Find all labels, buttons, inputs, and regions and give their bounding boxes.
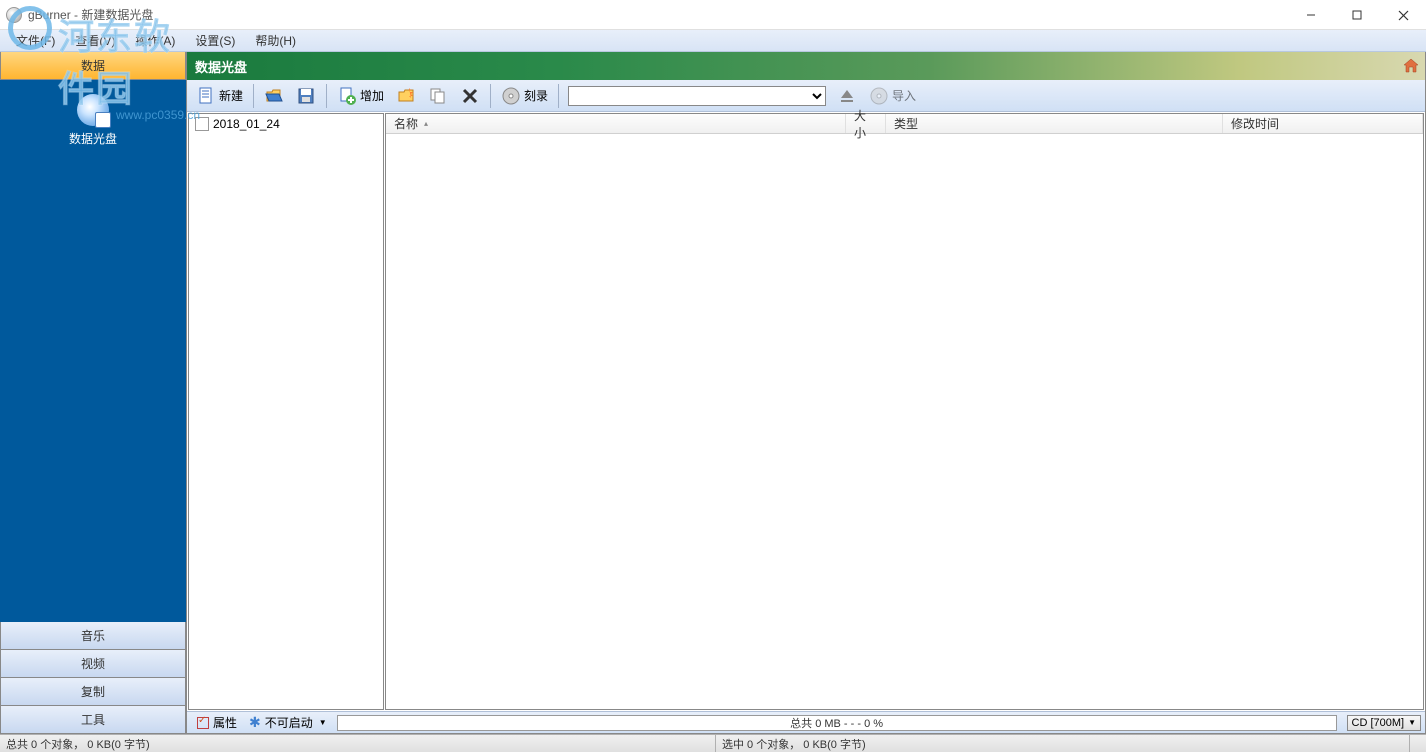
import-button[interactable]: 导入 [864,83,921,109]
tree-root-node[interactable]: 2018_01_24 [189,114,383,134]
sidebar: 数据 数据光盘 音乐 视频 复制 工具 [0,52,186,734]
delete-icon [460,86,480,106]
progress-text: 总共 0 MB - - - 0 % [790,715,883,731]
column-type[interactable]: 类型 [886,114,1223,133]
eject-button[interactable] [832,83,862,109]
column-name[interactable]: 名称 ▴ [386,114,846,133]
sidebar-item-data-disc[interactable]: 数据光盘 [65,90,121,151]
add-icon [337,86,357,106]
chevron-down-icon: ▼ [319,718,327,727]
tree-pane[interactable]: 2018_01_24 [188,113,384,710]
drive-dropdown[interactable] [568,86,826,106]
list-header: 名称 ▴ 大小 类型 修改时间 [386,114,1423,134]
column-modified[interactable]: 修改时间 [1223,114,1423,133]
new-button-label: 新建 [219,87,243,104]
media-type-label: CD [700M] [1352,717,1405,729]
list-pane[interactable]: 名称 ▴ 大小 类型 修改时间 [385,113,1424,710]
properties-button[interactable]: 属性 [191,714,243,732]
gear-icon: ✱ [249,714,261,731]
sidebar-tab-music[interactable]: 音乐 [0,622,186,650]
open-folder-icon [264,86,284,106]
progress-bar: 总共 0 MB - - - 0 % [337,715,1337,731]
section-title: 数据光盘 [195,57,247,76]
sidebar-tab-copy[interactable]: 复制 [0,678,186,706]
menu-view[interactable]: 查看(V) [65,30,125,51]
menu-help[interactable]: 帮助(H) [245,30,306,51]
check-icon [197,717,209,729]
disc-icon [77,94,109,126]
menu-settings[interactable]: 设置(S) [185,30,245,51]
status-total: 总共 0 个对象， 0 KB(0 字节) [0,735,716,752]
sidebar-tab-tools[interactable]: 工具 [0,706,186,734]
save-button[interactable] [291,83,321,109]
list-body[interactable] [386,134,1423,709]
inner-statusbar: 属性 ✱ 不可启动 ▼ 总共 0 MB - - - 0 % CD [700M] … [187,711,1425,733]
menu-file[interactable]: 文件(F) [6,30,65,51]
status-selected: 选中 0 个对象， 0 KB(0 字节) [716,735,1410,752]
menu-action[interactable]: 操作(A) [125,30,185,51]
tree-root-label: 2018_01_24 [213,117,280,131]
add-folder-button[interactable] [391,83,421,109]
toolbar-separator [558,84,559,108]
burn-button-label: 刻录 [524,87,548,104]
import-disc-icon [869,86,889,106]
new-button[interactable]: 新建 [191,83,248,109]
titlebar: gBurner - 新建数据光盘 [0,0,1426,30]
delete-button[interactable] [455,83,485,109]
close-button[interactable] [1380,0,1426,30]
eject-icon [837,86,857,106]
burn-button[interactable]: 刻录 [496,83,553,109]
menubar: 文件(F) 查看(V) 操作(A) 设置(S) 帮助(H) [0,30,1426,52]
sidebar-tab-video[interactable]: 视频 [0,650,186,678]
open-button[interactable] [259,83,289,109]
add-button[interactable]: 增加 [332,83,389,109]
minimize-button[interactable] [1288,0,1334,30]
content-area: 数据光盘 新建 [186,52,1426,734]
toolbar-separator [326,84,327,108]
toolbar-separator [253,84,254,108]
home-icon[interactable] [1401,56,1421,76]
add-button-label: 增加 [360,87,384,104]
sidebar-tab-data[interactable]: 数据 [0,52,186,80]
chevron-down-icon: ▼ [1408,718,1416,727]
file-icon [195,117,209,131]
sidebar-content: 数据光盘 [0,80,186,622]
new-document-icon [196,86,216,106]
sidebar-item-label: 数据光盘 [69,130,117,147]
save-icon [296,86,316,106]
copy-button[interactable] [423,83,453,109]
window-title: gBurner - 新建数据光盘 [28,6,153,23]
maximize-button[interactable] [1334,0,1380,30]
copy-icon [428,86,448,106]
statusbar: 总共 0 个对象， 0 KB(0 字节) 选中 0 个对象， 0 KB(0 字节… [0,734,1426,752]
section-header: 数据光盘 [187,52,1425,80]
toolbar-separator [490,84,491,108]
sort-indicator-icon: ▴ [424,119,428,128]
autorun-label: 不可启动 [265,714,313,731]
burn-disc-icon [501,86,521,106]
column-size[interactable]: 大小 [846,114,886,133]
toolbar: 新建 增加 [187,80,1425,112]
import-button-label: 导入 [892,87,916,104]
properties-label: 属性 [213,714,237,731]
add-folder-icon [396,86,416,106]
media-type-selector[interactable]: CD [700M] ▼ [1347,715,1422,731]
app-icon [6,7,22,23]
autorun-button[interactable]: ✱ 不可启动 ▼ [249,714,327,731]
